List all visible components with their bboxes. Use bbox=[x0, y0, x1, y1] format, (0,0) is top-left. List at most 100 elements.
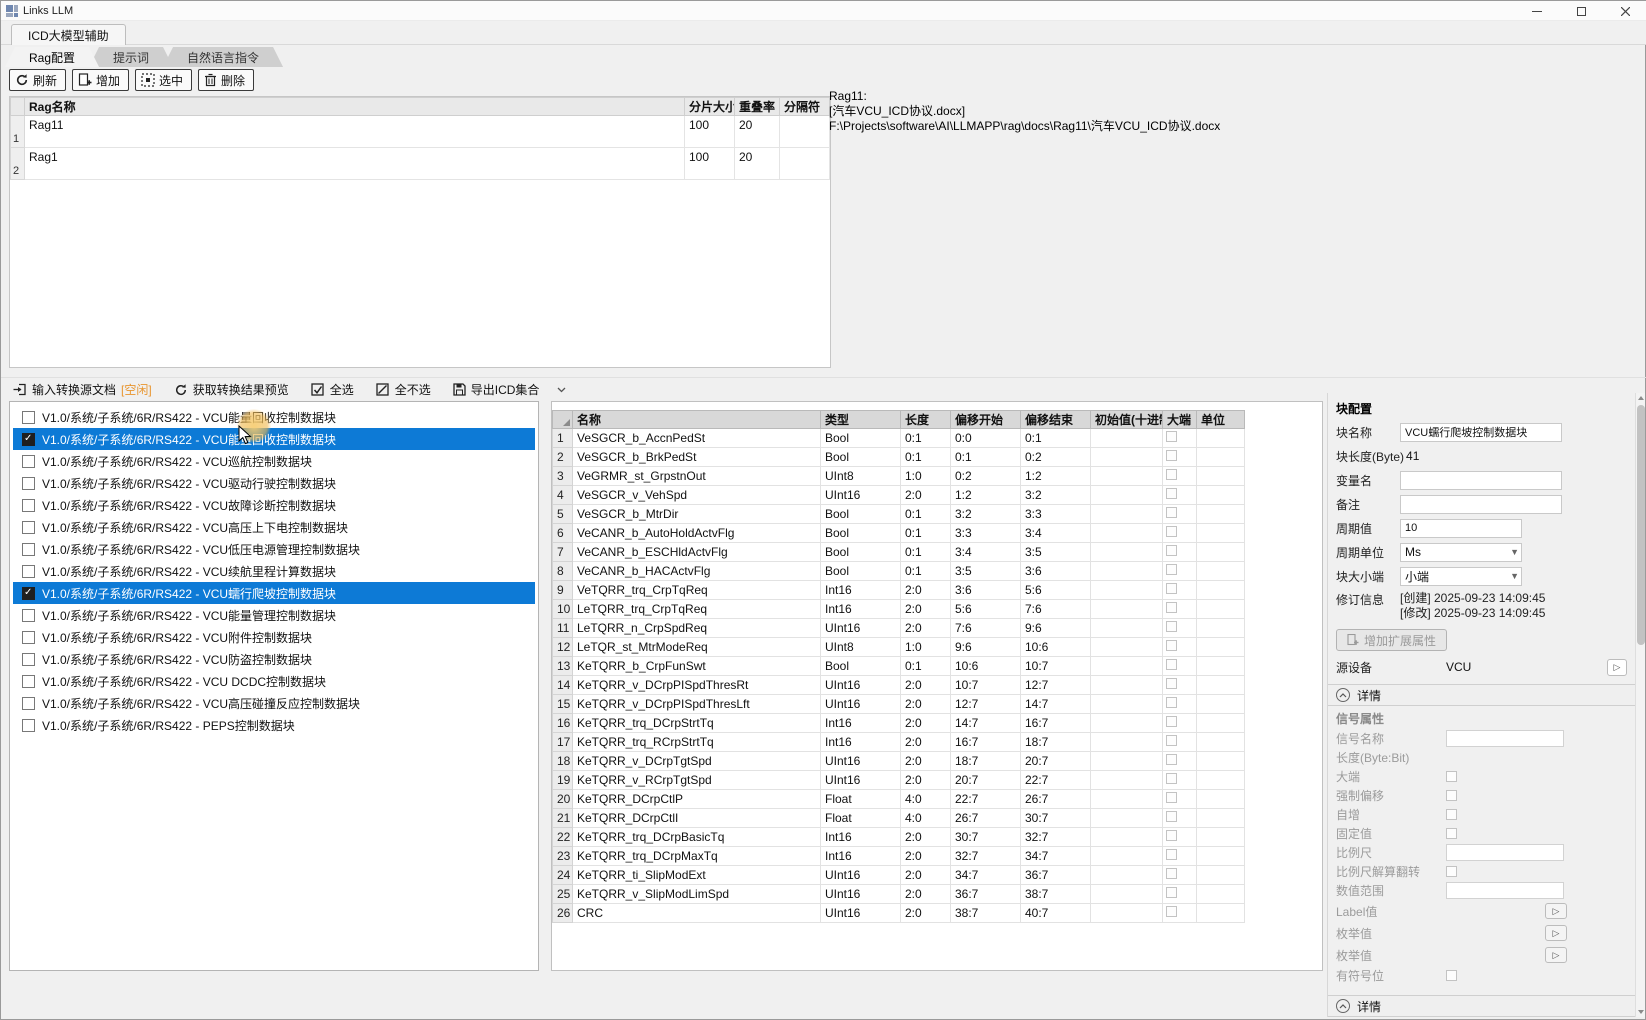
signal-offset-start-cell[interactable]: 36:7 bbox=[951, 885, 1021, 904]
signal-offset-end-cell[interactable]: 20:7 bbox=[1021, 752, 1091, 771]
signal-table-row[interactable]: 26CRCUInt162:038:740:7 bbox=[553, 904, 1245, 923]
signal-unit-cell[interactable] bbox=[1197, 790, 1245, 809]
signal-name-cell[interactable]: KeTQRR_trq_DCrpMaxTq bbox=[573, 847, 821, 866]
rag-overlap-cell[interactable]: 20 bbox=[735, 116, 780, 148]
signal-unit-cell[interactable] bbox=[1197, 847, 1245, 866]
signal-table-row[interactable]: 21KeTQRR_DCrpCtlIFloat4:026:730:7 bbox=[553, 809, 1245, 828]
signal-initial-value-cell[interactable] bbox=[1091, 467, 1163, 486]
signal-unit-cell[interactable] bbox=[1197, 695, 1245, 714]
signal-offset-end-cell[interactable]: 3:6 bbox=[1021, 562, 1091, 581]
signal-length-cell[interactable]: 2:0 bbox=[901, 771, 951, 790]
signal-offset-end-cell[interactable]: 0:1 bbox=[1021, 429, 1091, 448]
bigendian-checkbox[interactable] bbox=[1166, 526, 1177, 537]
signal-initial-value-cell[interactable] bbox=[1091, 695, 1163, 714]
signal-initial-value-cell[interactable] bbox=[1091, 619, 1163, 638]
signal-unit-cell[interactable] bbox=[1197, 828, 1245, 847]
col-header-initial-value[interactable]: 初始值(十进制) bbox=[1091, 411, 1163, 429]
signal-unit-cell[interactable] bbox=[1197, 619, 1245, 638]
scale-input[interactable] bbox=[1446, 844, 1564, 861]
bigendian-checkbox[interactable] bbox=[1166, 488, 1177, 499]
signal-name-cell[interactable]: KeTQRR_v_RCrpTgtSpd bbox=[573, 771, 821, 790]
block-checkbox[interactable] bbox=[22, 697, 35, 710]
signal-table-row[interactable]: 9VeTQRR_trq_CrpTqReqInt162:03:65:6 bbox=[553, 581, 1245, 600]
signal-offset-start-cell[interactable]: 3:6 bbox=[951, 581, 1021, 600]
block-checkbox[interactable] bbox=[22, 455, 35, 468]
bigendian-checkbox[interactable] bbox=[1166, 602, 1177, 613]
block-list-item[interactable]: V1.0/系统/子系统/6R/RS422 - VCU附件控制数据块 bbox=[13, 626, 535, 648]
signal-offset-end-cell[interactable]: 26:7 bbox=[1021, 790, 1091, 809]
bigendian-checkbox[interactable] bbox=[1166, 754, 1177, 765]
col-header-offset-end[interactable]: 偏移结束 bbox=[1021, 411, 1091, 429]
signal-type-cell[interactable]: Bool bbox=[821, 562, 901, 581]
toolbar-overflow-chevron-icon[interactable] bbox=[557, 387, 566, 393]
signal-offset-end-cell[interactable]: 38:7 bbox=[1021, 885, 1091, 904]
signal-length-cell[interactable]: 4:0 bbox=[901, 790, 951, 809]
signal-length-cell[interactable]: 2:0 bbox=[901, 714, 951, 733]
signal-initial-value-cell[interactable] bbox=[1091, 562, 1163, 581]
signal-initial-value-cell[interactable] bbox=[1091, 809, 1163, 828]
signal-length-cell[interactable]: 0:1 bbox=[901, 657, 951, 676]
signal-length-cell[interactable]: 1:0 bbox=[901, 638, 951, 657]
signal-unit-cell[interactable] bbox=[1197, 904, 1245, 923]
add-ext-attr-button[interactable]: 增加扩展属性 bbox=[1336, 629, 1447, 651]
signal-initial-value-cell[interactable] bbox=[1091, 904, 1163, 923]
rag-overlap-cell[interactable]: 20 bbox=[735, 148, 780, 180]
auto-increment-checkbox[interactable] bbox=[1446, 809, 1457, 820]
signal-table-row[interactable]: 11LeTQRR_n_CrpSpdReqUInt162:07:69:6 bbox=[553, 619, 1245, 638]
signal-type-cell[interactable]: Float bbox=[821, 809, 901, 828]
signal-length-cell[interactable]: 0:1 bbox=[901, 448, 951, 467]
block-checkbox[interactable] bbox=[22, 521, 35, 534]
signal-unit-cell[interactable] bbox=[1197, 809, 1245, 828]
signal-initial-value-cell[interactable] bbox=[1091, 885, 1163, 904]
block-checkbox[interactable] bbox=[22, 499, 35, 512]
signal-offset-start-cell[interactable]: 26:7 bbox=[951, 809, 1021, 828]
tab-rag-config[interactable]: Rag配置 bbox=[5, 47, 99, 67]
signal-offset-start-cell[interactable]: 0:0 bbox=[951, 429, 1021, 448]
signal-offset-end-cell[interactable]: 3:2 bbox=[1021, 486, 1091, 505]
block-list-item[interactable]: V1.0/系统/子系统/6R/RS422 - VCU故障诊断控制数据块 bbox=[13, 494, 535, 516]
input-source-button[interactable]: 输入转换源文档 [空闲] bbox=[9, 380, 156, 400]
signal-name-cell[interactable]: LeTQR_st_MtrModeReq bbox=[573, 638, 821, 657]
signal-table-row[interactable]: 10LeTQRR_trq_CrpTqReqInt162:05:67:6 bbox=[553, 600, 1245, 619]
signal-offset-start-cell[interactable]: 3:4 bbox=[951, 543, 1021, 562]
signal-length-cell[interactable]: 2:0 bbox=[901, 676, 951, 695]
signal-offset-end-cell[interactable]: 5:6 bbox=[1021, 581, 1091, 600]
maximize-button[interactable] bbox=[1559, 1, 1603, 21]
signal-initial-value-cell[interactable] bbox=[1091, 638, 1163, 657]
signal-table-row[interactable]: 25KeTQRR_v_SlipModLimSpdUInt162:036:738:… bbox=[553, 885, 1245, 904]
signal-name-cell[interactable]: KeTQRR_trq_DCrpBasicTq bbox=[573, 828, 821, 847]
signal-initial-value-cell[interactable] bbox=[1091, 714, 1163, 733]
tab-natural-language[interactable]: 自然语言指令 bbox=[163, 47, 283, 67]
bigendian-checkbox[interactable] bbox=[1166, 868, 1177, 879]
enum-value-expand-button-2[interactable]: ▷ bbox=[1545, 947, 1567, 963]
bigendian-checkbox[interactable] bbox=[1166, 678, 1177, 689]
signal-type-cell[interactable]: UInt8 bbox=[821, 638, 901, 657]
block-list-item[interactable]: V1.0/系统/子系统/6R/RS422 - VCU高压上下电控制数据块 bbox=[13, 516, 535, 538]
signal-offset-start-cell[interactable]: 18:7 bbox=[951, 752, 1021, 771]
signal-table-row[interactable]: 5VeSGCR_b_MtrDirBool0:13:23:3 bbox=[553, 505, 1245, 524]
fixed-value-checkbox[interactable] bbox=[1446, 828, 1457, 839]
signal-length-cell[interactable]: 0:1 bbox=[901, 543, 951, 562]
signal-name-cell[interactable]: VeCANR_b_AutoHoldActvFlg bbox=[573, 524, 821, 543]
col-header-unit[interactable]: 单位 bbox=[1197, 411, 1245, 429]
signal-type-cell[interactable]: UInt16 bbox=[821, 486, 901, 505]
block-list-item[interactable]: V1.0/系统/子系统/6R/RS422 - VCU低压电源管理控制数据块 bbox=[13, 538, 535, 560]
label-value-expand-button[interactable]: ▷ bbox=[1545, 903, 1567, 919]
bigendian-checkbox[interactable] bbox=[1166, 697, 1177, 708]
signal-offset-start-cell[interactable]: 3:5 bbox=[951, 562, 1021, 581]
signal-offset-start-cell[interactable]: 9:6 bbox=[951, 638, 1021, 657]
signal-table-row[interactable]: 1VeSGCR_b_AccnPedStBool0:10:00:1 bbox=[553, 429, 1245, 448]
var-name-input[interactable] bbox=[1400, 471, 1562, 490]
signal-type-cell[interactable]: UInt16 bbox=[821, 676, 901, 695]
bigendian-checkbox[interactable] bbox=[1166, 906, 1177, 917]
signal-offset-start-cell[interactable]: 0:2 bbox=[951, 467, 1021, 486]
minimize-button[interactable] bbox=[1515, 1, 1559, 21]
signal-table-row[interactable]: 8VeCANR_b_HACActvFlgBool0:13:53:6 bbox=[553, 562, 1245, 581]
signal-table-row[interactable]: 22KeTQRR_trq_DCrpBasicTqInt162:030:732:7 bbox=[553, 828, 1245, 847]
block-list-item[interactable]: V1.0/系统/子系统/6R/RS422 - VCU DCDC控制数据块 bbox=[13, 670, 535, 692]
signal-initial-value-cell[interactable] bbox=[1091, 486, 1163, 505]
signal-offset-end-cell[interactable]: 16:7 bbox=[1021, 714, 1091, 733]
rag-chunk-size-cell[interactable]: 100 bbox=[685, 148, 735, 180]
signal-table-row[interactable]: 24KeTQRR_ti_SlipModExtUInt162:034:736:7 bbox=[553, 866, 1245, 885]
col-header-name[interactable]: 名称 bbox=[573, 411, 821, 429]
